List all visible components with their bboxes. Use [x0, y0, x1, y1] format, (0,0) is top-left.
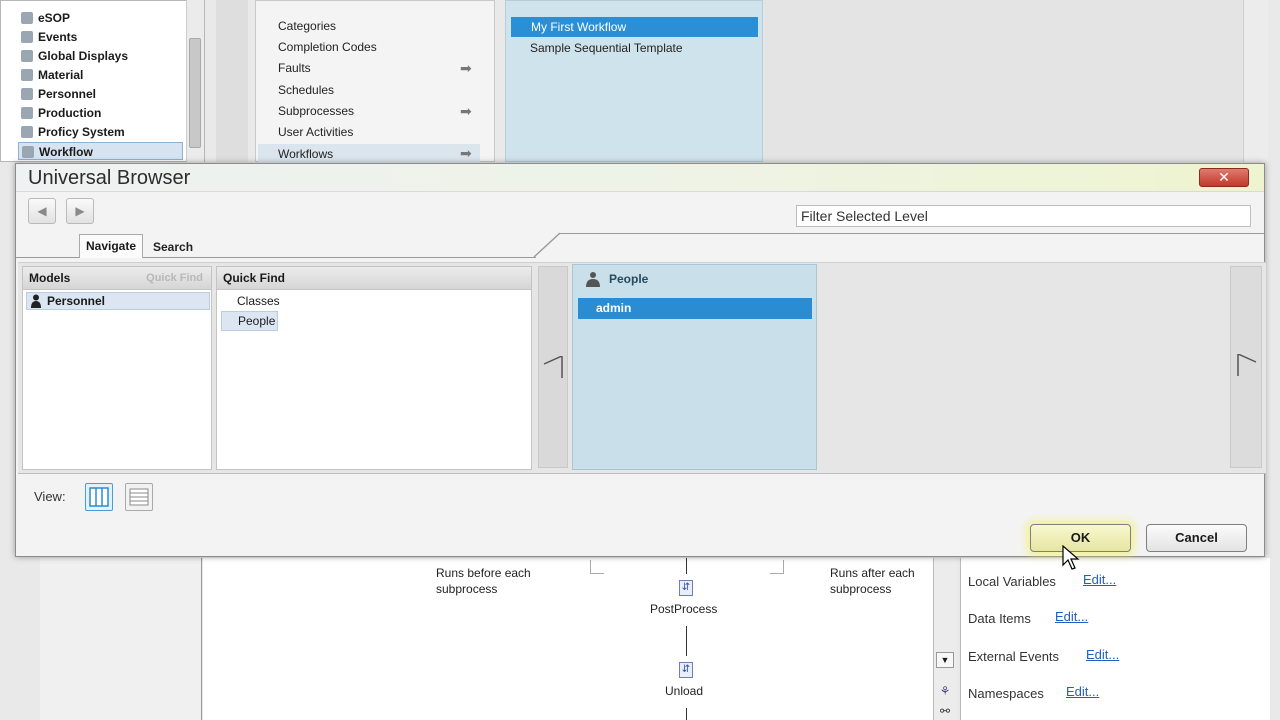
- category-item[interactable]: Faults: [278, 58, 311, 78]
- binoculars-icon[interactable]: ⚯: [936, 704, 954, 720]
- tab-search[interactable]: Search: [147, 236, 199, 260]
- edit-local-variables-link[interactable]: Edit...: [1083, 572, 1116, 587]
- model-item-personnel[interactable]: Personnel: [18, 85, 183, 103]
- model-icon: [21, 126, 33, 138]
- quick-find-item-people[interactable]: People: [221, 311, 279, 331]
- edit-data-items-link[interactable]: Edit...: [1055, 609, 1088, 624]
- quick-find-item-classes[interactable]: Classes: [237, 292, 280, 310]
- people-item-admin[interactable]: admin: [578, 298, 812, 319]
- model-item-workflow[interactable]: Workflow: [18, 142, 183, 160]
- models-column-header: Models Quick Find: [23, 267, 211, 290]
- workflow-item[interactable]: Sample Sequential Template: [530, 40, 683, 56]
- property-label-namespaces: Namespaces: [968, 686, 1044, 701]
- category-item[interactable]: User Activities: [278, 122, 353, 142]
- scroll-right-chevron-icon[interactable]: [1236, 354, 1258, 376]
- category-item[interactable]: Subprocesses: [278, 101, 354, 121]
- list-view-icon: [129, 488, 149, 506]
- quick-find-column: Quick Find Classes People: [216, 266, 532, 470]
- filter-selected-level-input[interactable]: Filter Selected Level: [796, 205, 1251, 227]
- cancel-button[interactable]: Cancel: [1146, 524, 1247, 552]
- diagram-node-postprocess[interactable]: PostProcess: [650, 602, 717, 616]
- person-icon: [31, 294, 41, 308]
- model-item-global-displays[interactable]: Global Displays: [18, 47, 183, 65]
- model-icon: [21, 107, 33, 119]
- category-item[interactable]: Categories: [278, 16, 336, 36]
- edit-namespaces-link[interactable]: Edit...: [1066, 684, 1099, 699]
- model-icon: [21, 31, 33, 43]
- ok-button[interactable]: OK: [1030, 524, 1131, 552]
- model-item-esop[interactable]: eSOP: [18, 9, 183, 27]
- category-item-workflows[interactable]: Workflows: [278, 144, 333, 164]
- people-group-icon: [586, 272, 600, 287]
- expand-arrow-icon[interactable]: ➡: [460, 60, 476, 76]
- background-lower-left-panel: [40, 558, 202, 720]
- diagram-note-after: Runs after each subprocess: [830, 566, 915, 596]
- expand-arrow-icon[interactable]: ➡: [460, 145, 476, 161]
- property-label-external-events: External Events: [968, 649, 1060, 664]
- subprocess-node-icon[interactable]: ⇵: [679, 580, 693, 596]
- diagram-note-before: Runs before each subprocess: [436, 566, 531, 596]
- scroll-down-icon[interactable]: ▼: [936, 652, 954, 668]
- scroll-left-chevron-icon[interactable]: [542, 356, 564, 378]
- panel-gutter: [216, 0, 248, 162]
- model-icon: [22, 146, 34, 158]
- diagram-connector: [686, 626, 687, 656]
- diagram-connector: [686, 708, 687, 720]
- workflow-diagram-canvas: [203, 558, 933, 720]
- view-label: View:: [34, 489, 66, 504]
- models-scroll-thumb[interactable]: [189, 38, 201, 148]
- forward-arrow-icon: ▶: [75, 204, 85, 218]
- back-button[interactable]: ◀: [28, 198, 56, 224]
- category-item[interactable]: Schedules: [278, 80, 334, 100]
- column-view-button[interactable]: [85, 483, 113, 511]
- close-button[interactable]: ✕: [1199, 168, 1249, 187]
- people-column: People admin: [572, 264, 817, 470]
- models-column: Models Quick Find Personnel: [22, 266, 212, 470]
- model-item-proficy-system[interactable]: Proficy System: [18, 123, 183, 141]
- columns-view-icon: [89, 487, 109, 507]
- mouse-cursor-icon: [1062, 545, 1080, 570]
- tab-strip-divider: [560, 233, 1264, 234]
- close-icon: ✕: [1218, 169, 1230, 185]
- list-view-button[interactable]: [125, 483, 153, 511]
- property-label-local-variables: Local Variables: [968, 574, 1056, 589]
- property-label-data-items: Data Items: [968, 611, 1031, 626]
- quick-find-column-header: Quick Find: [217, 267, 531, 290]
- back-arrow-icon: ◀: [37, 204, 47, 218]
- category-item[interactable]: Completion Codes: [278, 37, 377, 57]
- model-icon: [21, 12, 33, 24]
- diagram-bracket-left: [590, 560, 604, 574]
- background-right-column: [1243, 0, 1268, 162]
- tree-icon[interactable]: ⚘: [936, 684, 954, 700]
- people-column-header: People: [573, 265, 816, 293]
- model-icon: [21, 50, 33, 62]
- tab-navigate[interactable]: Navigate: [79, 234, 144, 258]
- model-item-production[interactable]: Production: [18, 104, 183, 122]
- diagram-connector: [686, 558, 687, 574]
- expand-arrow-icon[interactable]: ➡: [460, 103, 476, 119]
- model-item-material[interactable]: Material: [18, 66, 183, 84]
- forward-button[interactable]: ▶: [66, 198, 94, 224]
- diagram-bracket-right: [770, 560, 784, 574]
- model-icon: [21, 69, 33, 81]
- edit-external-events-link[interactable]: Edit...: [1086, 647, 1119, 662]
- models-item-personnel[interactable]: Personnel: [26, 292, 210, 310]
- background-workspace: [763, 0, 1243, 162]
- dialog-titlebar[interactable]: [16, 164, 1264, 192]
- quick-find-hint[interactable]: Quick Find: [146, 267, 203, 289]
- diagram-node-unload[interactable]: Unload: [665, 684, 703, 698]
- model-icon: [21, 88, 33, 100]
- dialog-title: Universal Browser: [28, 167, 191, 189]
- subprocess-node-icon[interactable]: ⇵: [679, 662, 693, 678]
- model-item-events[interactable]: Events: [18, 28, 183, 46]
- tab-strip-slant: [533, 232, 561, 258]
- workflow-item-selected[interactable]: My First Workflow: [511, 17, 758, 37]
